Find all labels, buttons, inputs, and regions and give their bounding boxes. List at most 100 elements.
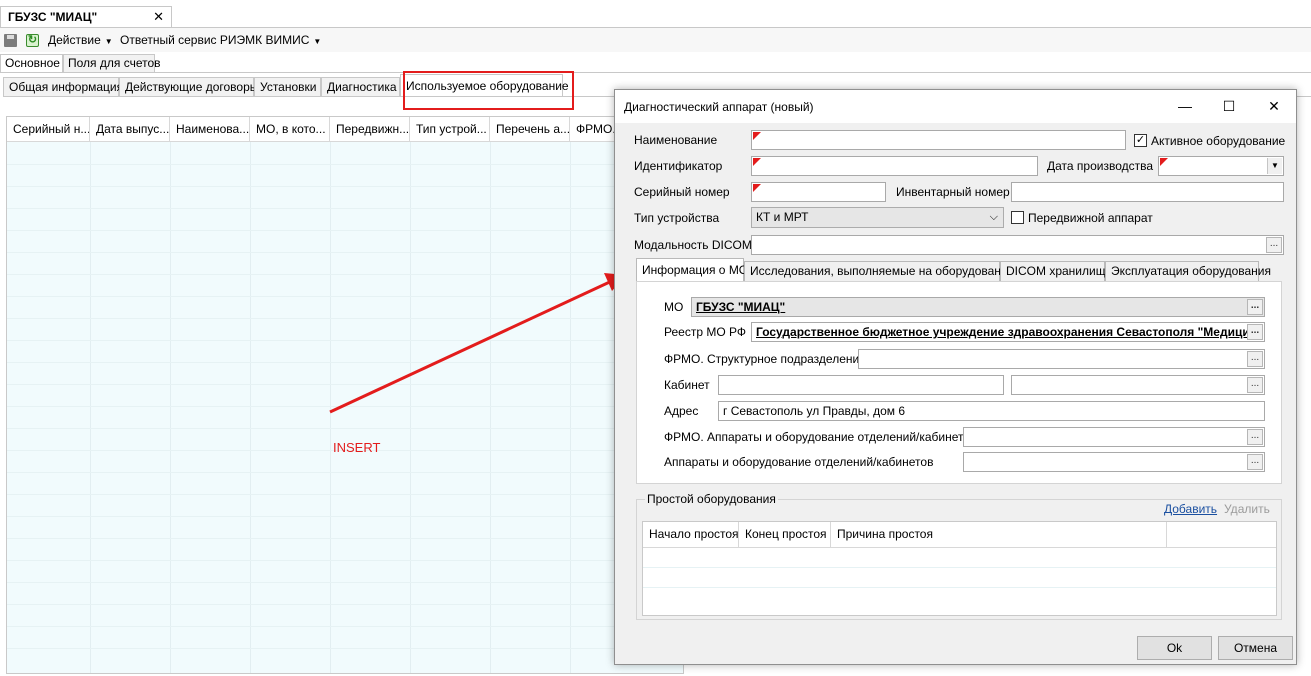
grid-line [7,582,683,583]
minimize-icon[interactable]: — [1171,95,1199,117]
grid-line [7,340,683,341]
grid-line [7,428,683,429]
cabinet-select-field[interactable]: ... [1011,375,1265,395]
required-marker [753,158,761,166]
maximize-icon[interactable]: ☐ [1215,95,1243,117]
ellipsis-button[interactable]: ... [1266,237,1282,253]
grid-line [7,384,683,385]
mobile-device-label: Передвижной аппарат [1028,211,1153,225]
device-type-select[interactable]: КТ и МРТ ⌵ [751,207,1004,228]
address-field[interactable]: г Севастополь ул Правды, дом 6 [718,401,1265,421]
grid-line [7,538,683,539]
active-equipment-label: Активное оборудование [1151,134,1286,148]
frmo-subdivision-field[interactable]: ... [858,349,1265,369]
column-header[interactable]: Конец простоя [739,522,831,547]
mo-info-panel: МО ГБУЗС "МИАЦ" ... Реестр МО РФ Государ… [636,281,1282,484]
grid-line [7,472,683,473]
frmo-equipment-label: ФРМО. Аппараты и оборудование отделений/… [664,430,977,444]
grid-line [7,560,683,561]
mo-field[interactable]: ГБУЗС "МИАЦ" ... [691,297,1265,317]
tab-general-info[interactable]: Общая информация [3,77,123,97]
grid-line [7,494,683,495]
cancel-button[interactable]: Отмена [1218,636,1293,660]
service-menu[interactable]: Ответный сервис РИЭМК ВИМИС ▼ [120,33,321,47]
toolbar: ↻ Действие ▼ Ответный сервис РИЭМК ВИМИС ▼ [0,28,1311,52]
tab-main[interactable]: Основное [0,54,63,73]
active-equipment-checkbox[interactable]: ✓ [1134,134,1147,147]
ellipsis-button[interactable]: ... [1247,429,1263,445]
equipment-grid[interactable]: Серийный н... Дата выпус... Наименова...… [6,116,684,674]
ellipsis-button[interactable]: ... [1247,299,1263,315]
downtime-grid[interactable]: Начало простоя Конец простоя Причина про… [642,521,1277,616]
tab-contracts[interactable]: Действующие договоры [119,77,258,97]
grid-line [643,587,1276,588]
column-header[interactable]: Тип устрой... [410,117,490,142]
column-header[interactable]: Причина простоя [831,522,1167,547]
required-marker [753,184,761,192]
column-header[interactable]: Перечень а... [490,117,570,142]
grid-line [570,142,571,673]
ellipsis-button[interactable]: ... [1247,351,1263,367]
column-header[interactable]: Передвижн... [330,117,410,142]
serial-number-field[interactable] [751,182,886,202]
tab-invoice-fields[interactable]: Поля для счетов [63,54,161,73]
document-tab[interactable]: ГБУЗС "МИАЦ" ✕ [0,6,172,28]
tab-settings[interactable]: Установки [254,77,321,97]
column-header[interactable]: Дата выпус... [90,117,170,142]
mobile-device-checkbox[interactable] [1011,211,1024,224]
highlight-box [403,71,574,110]
inventory-number-field[interactable] [1011,182,1284,202]
production-date-field[interactable]: ▼ [1158,156,1284,176]
equipment-field[interactable]: ... [963,452,1265,472]
required-marker [1160,158,1168,166]
action-menu-label: Действие [48,33,101,47]
registry-label: Реестр МО РФ [664,325,746,339]
column-header [1167,522,1277,547]
chevron-down-icon: ⌵ [989,211,998,223]
add-link[interactable]: Добавить [1164,502,1217,516]
grid-line [643,547,1276,548]
action-menu[interactable]: Действие ▼ [48,33,113,47]
close-icon[interactable]: ✕ [1260,95,1288,117]
modality-field[interactable]: ... [751,235,1284,255]
registry-value: Государственное бюджетное учреждение здр… [756,325,1257,339]
inventory-number-label: Инвентарный номер [896,185,1010,199]
frmo-equipment-field[interactable]: ... [963,427,1265,447]
column-header[interactable]: Серийный н... [7,117,90,142]
tab-studies[interactable]: Исследования, выполняемые на оборудовани… [744,261,1014,282]
dropdown-icon[interactable]: ▼ [1267,158,1282,174]
identifier-field[interactable] [751,156,1038,176]
grid-line [7,318,683,319]
equipment-label: Аппараты и оборудование отделений/кабине… [664,455,934,469]
registry-field[interactable]: Государственное бюджетное учреждение здр… [751,322,1265,342]
document-tab-title: ГБУЗС "МИАЦ" [8,10,98,24]
column-header[interactable]: МО, в кото... [250,117,330,142]
mo-value: ГБУЗС "МИАЦ" [696,300,786,314]
ellipsis-button[interactable]: ... [1247,377,1263,393]
cabinet-field[interactable] [718,375,1004,395]
tab-dicom-storage[interactable]: DICOM хранилища [1000,261,1112,282]
address-label: Адрес [664,404,699,418]
column-header[interactable]: Наименова... [170,117,250,142]
save-icon[interactable] [4,34,17,47]
refresh-icon[interactable]: ↻ [26,34,39,47]
grid-line [250,142,251,673]
grid-line [7,274,683,275]
ellipsis-button[interactable]: ... [1247,454,1263,470]
tab-mo-info[interactable]: Информация о МО [636,258,748,282]
grid-line [7,230,683,231]
dialog-titlebar[interactable]: Диагностический аппарат (новый) — ☐ ✕ [615,90,1296,123]
tab-diagnostics[interactable]: Диагностика [321,77,400,97]
close-icon[interactable]: ✕ [153,7,164,27]
grid-line [7,648,683,649]
serial-number-label: Серийный номер [634,185,730,199]
delete-link[interactable]: Удалить [1224,502,1270,516]
ellipsis-button[interactable]: ... [1247,324,1263,340]
tab-operation[interactable]: Эксплуатация оборудования [1105,261,1271,282]
ok-button[interactable]: Ok [1137,636,1212,660]
name-field[interactable] [751,130,1126,150]
grid-line [7,208,683,209]
column-header[interactable]: Начало простоя [643,522,739,547]
modality-label: Модальность DICOM [634,238,752,252]
cabinet-label: Кабинет [664,378,710,392]
